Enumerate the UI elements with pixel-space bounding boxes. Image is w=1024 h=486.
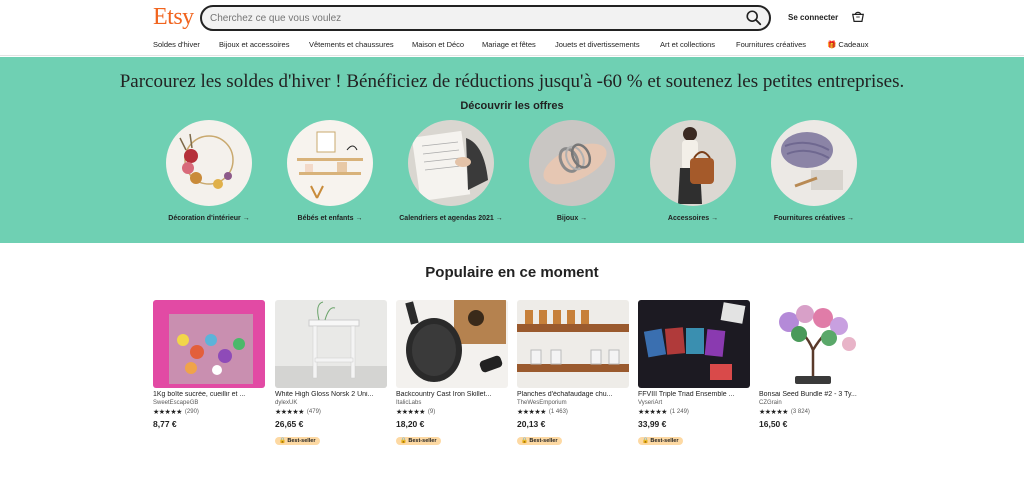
bestseller-badge: 🔒 Best-seller: [396, 437, 441, 445]
nav-item-fournitures[interactable]: Fournitures créatives: [736, 40, 806, 49]
product-image[interactable]: [517, 300, 629, 388]
popular-title: Populaire en ce moment: [425, 264, 599, 281]
product-rating: ★★★★★ (1 249): [638, 408, 750, 416]
product-price: 16,50 €: [759, 419, 788, 429]
product-image[interactable]: [275, 300, 387, 388]
category-label-bebes: Bébés et enfants →: [297, 215, 363, 222]
category-image-decoration: [166, 120, 252, 206]
category-label-decoration: Décoration d'intérieur →: [168, 215, 250, 222]
product-price: 8,77 €: [153, 419, 177, 429]
product-title[interactable]: 1Kg boîte sucrée, cueillir et ...: [153, 391, 265, 398]
category-image-calendriers: [408, 120, 494, 206]
product-rating: ★★★★★ (479): [275, 408, 387, 416]
product-shop: SweetEscapeGB: [153, 400, 199, 406]
category-decoration[interactable]: Décoration d'intérieur →: [154, 120, 264, 224]
review-count: (1 249): [669, 409, 689, 415]
nav-item-mariage[interactable]: Mariage et fêtes: [482, 40, 536, 49]
product-card[interactable]: Planches d'échafaudage chu... TheWesEmpo…: [517, 300, 629, 447]
nav-item-bijoux[interactable]: Bijoux et accessoires: [219, 40, 289, 49]
product-shop: TheWesEmporium: [517, 400, 567, 406]
product-image[interactable]: [396, 300, 508, 388]
product-shop: ItalicLabs: [396, 400, 422, 406]
product-rating: ★★★★★ (3 824): [759, 408, 871, 416]
nav-item-maison[interactable]: Maison et Déco: [412, 40, 464, 49]
search-icon[interactable]: [745, 9, 763, 27]
star-icons: ★★★★★: [517, 409, 546, 416]
category-bebes[interactable]: Bébés et enfants →: [275, 120, 385, 224]
category-image-fournitures: [771, 120, 857, 206]
product-card[interactable]: FFVIII Triple Triad Ensemble ... VyseriA…: [638, 300, 750, 447]
category-image-bijoux: [529, 120, 615, 206]
search-bar[interactable]: [200, 5, 771, 31]
category-bijoux[interactable]: Bijoux →: [517, 120, 627, 224]
review-count: (3 824): [790, 409, 810, 415]
product-title[interactable]: Bonsai Seed Bundle #2 - 3 Ty...: [759, 391, 871, 398]
product-shop: dylexUK: [275, 400, 298, 406]
product-card[interactable]: White High Gloss Norsk 2 Uni... dylexUK …: [275, 300, 387, 447]
banner-subtitle[interactable]: Découvrir les offres: [0, 100, 1024, 112]
category-label-calendriers: Calendriers et agendas 2021 →: [399, 215, 503, 222]
promo-banner: Parcourez les soldes d'hiver ! Bénéficie…: [0, 57, 1024, 243]
product-title[interactable]: White High Gloss Norsk 2 Uni...: [275, 391, 387, 398]
product-image[interactable]: [153, 300, 265, 388]
category-image-bebes: [287, 120, 373, 206]
product-title[interactable]: FFVIII Triple Triad Ensemble ...: [638, 391, 750, 398]
product-image[interactable]: [759, 300, 871, 388]
product-card[interactable]: Backcountry Cast Iron Skillet... ItalicL…: [396, 300, 508, 447]
category-fournitures[interactable]: Fournitures créatives →: [759, 120, 869, 224]
product-price: 33,99 €: [638, 419, 667, 429]
nav-item-art[interactable]: Art et collections: [660, 40, 715, 49]
product-rating: ★★★★★ (290): [153, 408, 265, 416]
site-header: Etsy Se connecter Soldes d'hiver Bijoux …: [0, 0, 1024, 56]
star-icons: ★★★★★: [638, 409, 667, 416]
bestseller-badge: 🔒 Best-seller: [517, 437, 562, 445]
category-label-bijoux: Bijoux →: [556, 215, 588, 222]
cart-icon[interactable]: [851, 10, 865, 24]
category-label-fournitures: Fournitures créatives →: [773, 215, 855, 222]
category-accessoires[interactable]: Accessoires →: [638, 120, 748, 224]
product-image[interactable]: [638, 300, 750, 388]
product-price: 26,65 €: [275, 419, 304, 429]
product-rating: ★★★★★ (1 463): [517, 408, 629, 416]
bestseller-badge: 🔒 Best-seller: [638, 437, 683, 445]
category-calendriers[interactable]: Calendriers et agendas 2021 →: [396, 120, 506, 224]
review-count: (479): [306, 409, 321, 415]
nav-item-cadeaux[interactable]: 🎁 Cadeaux: [827, 40, 868, 49]
etsy-logo[interactable]: Etsy: [153, 4, 194, 31]
star-icons: ★★★★★: [275, 409, 304, 416]
product-title[interactable]: Backcountry Cast Iron Skillet...: [396, 391, 508, 398]
star-icons: ★★★★★: [396, 409, 425, 416]
bestseller-badge: 🔒 Best-seller: [275, 437, 320, 445]
star-icons: ★★★★★: [153, 409, 182, 416]
product-price: 20,13 €: [517, 419, 546, 429]
nav-item-jouets[interactable]: Jouets et divertissements: [555, 40, 640, 49]
product-card[interactable]: Bonsai Seed Bundle #2 - 3 Ty... CZGrain …: [759, 300, 871, 429]
signin-link[interactable]: Se connecter: [788, 13, 838, 22]
review-count: (9): [427, 409, 436, 415]
product-title[interactable]: Planches d'échafaudage chu...: [517, 391, 629, 398]
nav-item-soldes[interactable]: Soldes d'hiver: [153, 40, 200, 49]
product-card[interactable]: 1Kg boîte sucrée, cueillir et ... SweetE…: [153, 300, 265, 429]
nav-item-vetements[interactable]: Vêtements et chaussures: [309, 40, 394, 49]
review-count: (290): [184, 409, 199, 415]
search-input[interactable]: [210, 7, 730, 29]
review-count: (1 463): [548, 409, 568, 415]
star-icons: ★★★★★: [759, 409, 788, 416]
product-rating: ★★★★★ (9): [396, 408, 508, 416]
product-shop: CZGrain: [759, 400, 782, 406]
category-image-accessoires: [650, 120, 736, 206]
product-price: 18,20 €: [396, 419, 425, 429]
banner-title: Parcourez les soldes d'hiver ! Bénéficie…: [119, 71, 905, 92]
product-shop: VyseriArt: [638, 400, 663, 406]
category-label-accessoires: Accessoires →: [667, 215, 719, 222]
